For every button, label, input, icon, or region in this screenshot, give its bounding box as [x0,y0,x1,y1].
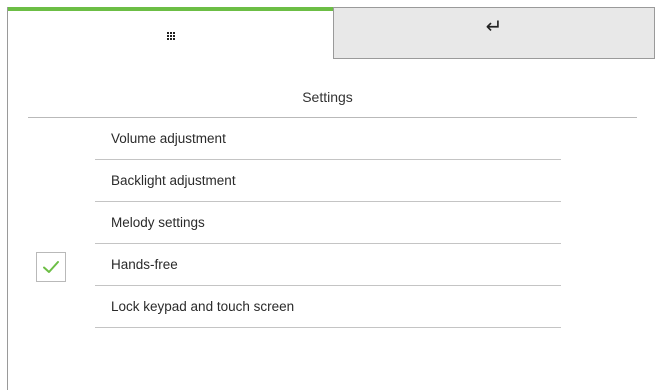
hands-free-checkbox[interactable] [36,252,66,282]
menu-item-hands-free[interactable]: Hands-free [95,244,561,286]
menu-item-lock-keypad[interactable]: Lock keypad and touch screen [95,286,561,328]
tab-back-button[interactable]: ↵ [333,7,655,59]
menu-item-label: Lock keypad and touch screen [111,299,295,314]
menu-item-backlight-adjustment[interactable]: Backlight adjustment [95,160,561,202]
checkmark-icon [43,261,59,273]
settings-menu-list: Volume adjustment Backlight adjustment M… [95,118,561,328]
menu-item-volume-adjustment[interactable]: Volume adjustment [95,118,561,160]
page-title: Settings [302,89,353,105]
menu-item-melody-settings[interactable]: Melody settings [95,202,561,244]
return-arrow-icon: ↵ [485,14,503,38]
menu-item-label: Volume adjustment [111,131,226,146]
menu-item-label: Backlight adjustment [111,173,236,188]
tab-home-menu[interactable] [8,7,333,59]
menu-item-label: Hands-free [111,257,178,272]
menu-item-label: Melody settings [111,215,205,230]
top-tab-bar: ↵ [8,7,655,59]
grid-menu-icon [166,32,175,40]
